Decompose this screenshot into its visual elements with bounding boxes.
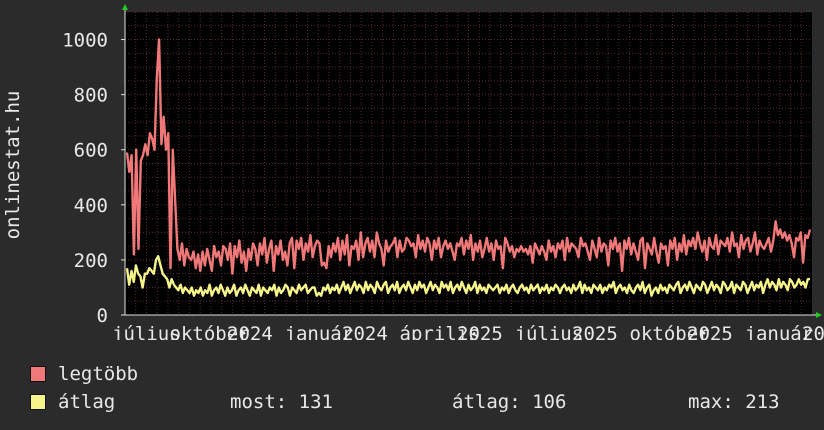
legend-label-max: legtöbb xyxy=(58,363,139,385)
stat-max: max: 213 xyxy=(688,391,780,413)
y-axis-title: onlinestat.hu xyxy=(2,91,24,240)
x-tick-label: 2024 xyxy=(227,323,273,340)
y-tick-label: 0 xyxy=(97,305,108,327)
x-tick-label: 2025 xyxy=(687,323,733,340)
x-tick-label: 2024 xyxy=(342,323,388,340)
legend-label-avg: átlag xyxy=(58,391,116,413)
x-axis-arrow xyxy=(816,312,822,318)
x-tick-label: 2025 xyxy=(457,323,503,340)
y-tick-label: 400 xyxy=(74,195,108,217)
stat-average: átlag: 106 xyxy=(452,391,567,413)
y-tick-label: 1000 xyxy=(62,30,108,52)
y-axis-arrow xyxy=(122,4,128,10)
x-tick-label: 2025 xyxy=(572,323,618,340)
y-tick-label: 600 xyxy=(74,140,108,162)
legend-swatch-avg xyxy=(30,394,46,410)
chart-area: 02004006008001000júliusoktóber2024 január… xyxy=(2,4,824,340)
y-tick-label: 800 xyxy=(74,85,108,107)
legend-swatch-max xyxy=(30,366,46,382)
stat-now: most: 131 xyxy=(230,391,333,413)
x-tick-label: 2025 xyxy=(802,323,824,340)
y-tick-label: 200 xyxy=(74,250,108,272)
